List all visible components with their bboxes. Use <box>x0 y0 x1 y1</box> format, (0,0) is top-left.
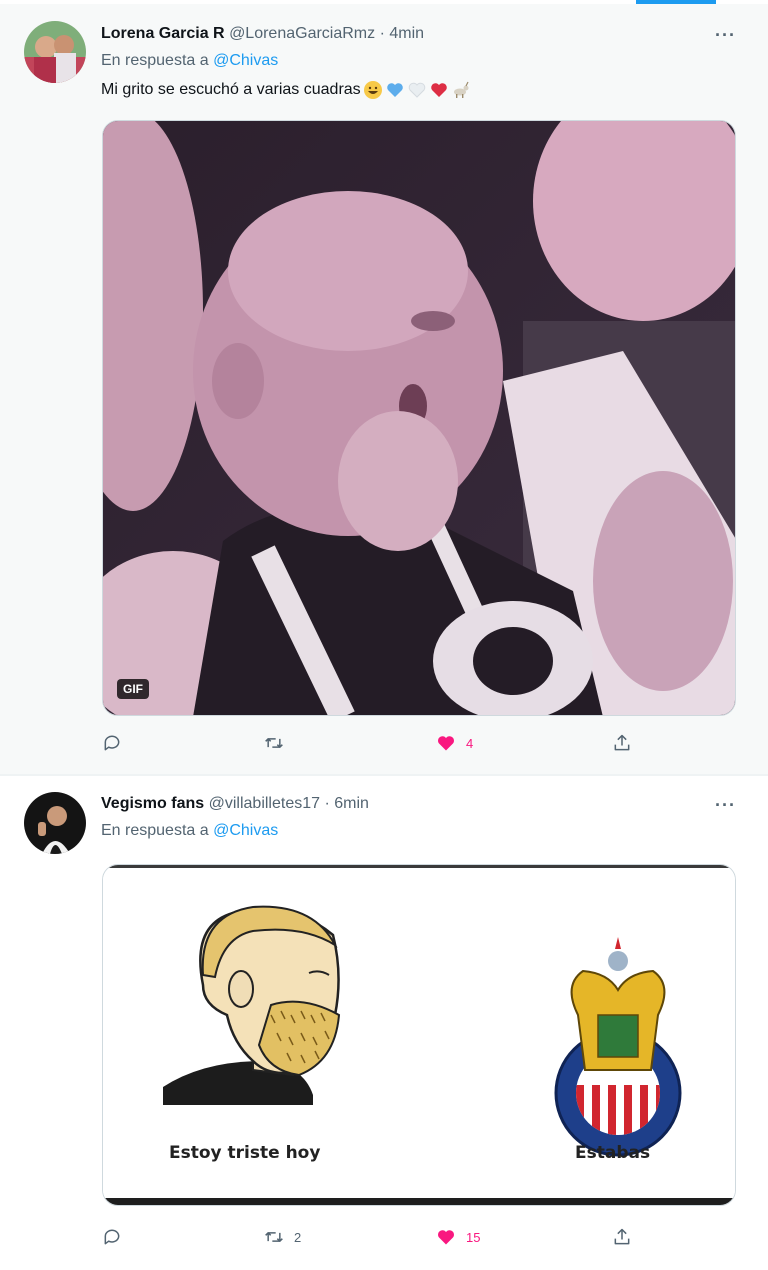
like-count: 15 <box>466 1229 481 1245</box>
separator-dot: · <box>379 25 385 42</box>
author-handle[interactable]: @LorenaGarciaRmz <box>229 25 375 42</box>
gif-badge: GIF <box>117 679 149 699</box>
grinning-face-emoji <box>363 81 382 99</box>
image-media[interactable]: Estoy triste hoy Estabas <box>102 864 736 1206</box>
reply-context: En respuesta a @Chivas <box>101 52 278 70</box>
meme-right-caption: Estabas <box>575 1143 651 1163</box>
separator-dot: · <box>324 795 330 812</box>
share-icon <box>614 734 630 751</box>
tweet-actions: 4 <box>102 731 642 755</box>
timestamp[interactable]: 4min <box>389 25 424 42</box>
like-count: 4 <box>466 735 474 751</box>
reply-prefix: En respuesta a <box>101 52 209 69</box>
goat-emoji <box>453 81 469 98</box>
red-heart-emoji <box>430 83 447 97</box>
reply-button[interactable] <box>102 1225 132 1249</box>
heart-icon <box>437 1230 455 1245</box>
retweet-button[interactable]: 2 <box>264 1225 301 1249</box>
reply-context: En respuesta a @Chivas <box>101 822 278 840</box>
author-handle[interactable]: @villabilletes17 <box>209 795 320 812</box>
retweet-count: 2 <box>294 1229 302 1245</box>
author-name[interactable]: Vegismo fans <box>101 795 204 812</box>
tweet[interactable]: Vegismo fans @villabilletes17 · 6min ···… <box>0 776 768 1270</box>
share-icon <box>614 1228 630 1245</box>
share-button[interactable] <box>612 1225 632 1249</box>
avatar[interactable] <box>24 21 86 83</box>
heart-icon <box>437 736 455 751</box>
timestamp[interactable]: 6min <box>334 795 369 812</box>
tweet[interactable]: Lorena Garcia R @LorenaGarciaRmz · 4min … <box>0 4 768 774</box>
share-button[interactable] <box>612 731 632 755</box>
tweet-header: Vegismo fans @villabilletes17 · 6min <box>101 794 369 814</box>
reply-prefix: En respuesta a <box>101 822 209 839</box>
author-name[interactable]: Lorena Garcia R <box>101 25 225 42</box>
like-button[interactable]: 15 <box>436 1225 480 1249</box>
baby-cheering-gif <box>103 121 735 715</box>
tweet-header: Lorena Garcia R @LorenaGarciaRmz · 4min <box>101 24 424 44</box>
avatar[interactable] <box>24 792 86 854</box>
white-heart-emoji <box>408 82 425 98</box>
more-options-icon[interactable]: ··· <box>715 26 736 44</box>
more-options-icon[interactable]: ··· <box>715 796 736 814</box>
tweet-actions: 2 15 <box>102 1225 642 1249</box>
retweet-icon <box>265 738 283 748</box>
reply-icon <box>104 735 120 751</box>
blue-heart-emoji <box>386 83 403 97</box>
retweet-button[interactable] <box>264 731 294 755</box>
reply-button[interactable] <box>102 731 132 755</box>
meme-left-caption: Estoy triste hoy <box>169 1143 321 1163</box>
tweet-body: Mi grito se escuchó a varias cuadras <box>101 81 361 98</box>
reply-icon <box>104 1229 120 1245</box>
retweet-icon <box>265 1232 283 1242</box>
gif-media[interactable]: GIF <box>102 120 736 716</box>
mention-link[interactable]: @Chivas <box>213 52 278 69</box>
tweet-text: Mi grito se escuchó a varias cuadras <box>101 80 471 100</box>
mention-link[interactable]: @Chivas <box>213 822 278 839</box>
like-button[interactable]: 4 <box>436 731 473 755</box>
